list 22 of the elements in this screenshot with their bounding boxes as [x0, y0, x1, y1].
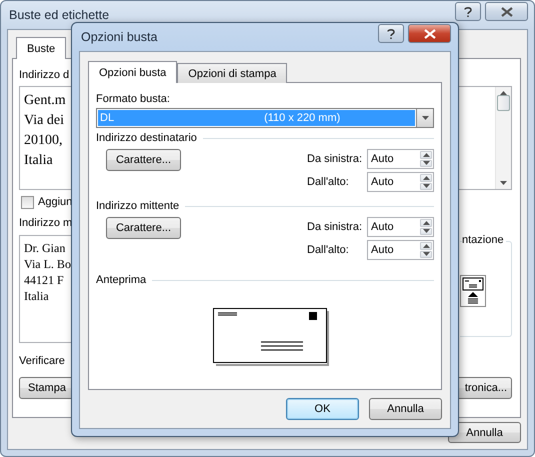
field-label: Formato busta:: [96, 93, 170, 105]
window-title: Buste ed etichette: [9, 8, 110, 22]
field-label: Da sinistra:: [307, 221, 364, 233]
field-label: Da sinistra:: [307, 153, 364, 165]
address-line: Via dei: [24, 112, 64, 130]
note-text: Verificare: [19, 355, 65, 367]
address-line: 44121 F: [24, 272, 64, 288]
section-title: Indirizzo mittente: [96, 200, 180, 212]
dialog-title: Opzioni busta: [81, 30, 158, 44]
address-line: Italia: [24, 152, 53, 170]
section-title: Anteprima: [96, 274, 146, 286]
field-label: Dall'alto:: [307, 244, 350, 256]
section-title: Indirizzo destinatario: [96, 132, 197, 144]
group-label: ntazione: [462, 234, 506, 246]
address-line: Dr. Gian: [24, 240, 66, 256]
field-label: Dall'alto:: [307, 176, 350, 188]
checkbox-label: Aggiun: [38, 196, 72, 208]
address-line: 20100,: [24, 132, 62, 150]
address-line: Via L. Bo: [24, 256, 71, 272]
address-line: Italia: [24, 288, 49, 304]
address-line: Gent.m: [24, 92, 66, 110]
field-label: Indirizzo d: [19, 69, 70, 81]
